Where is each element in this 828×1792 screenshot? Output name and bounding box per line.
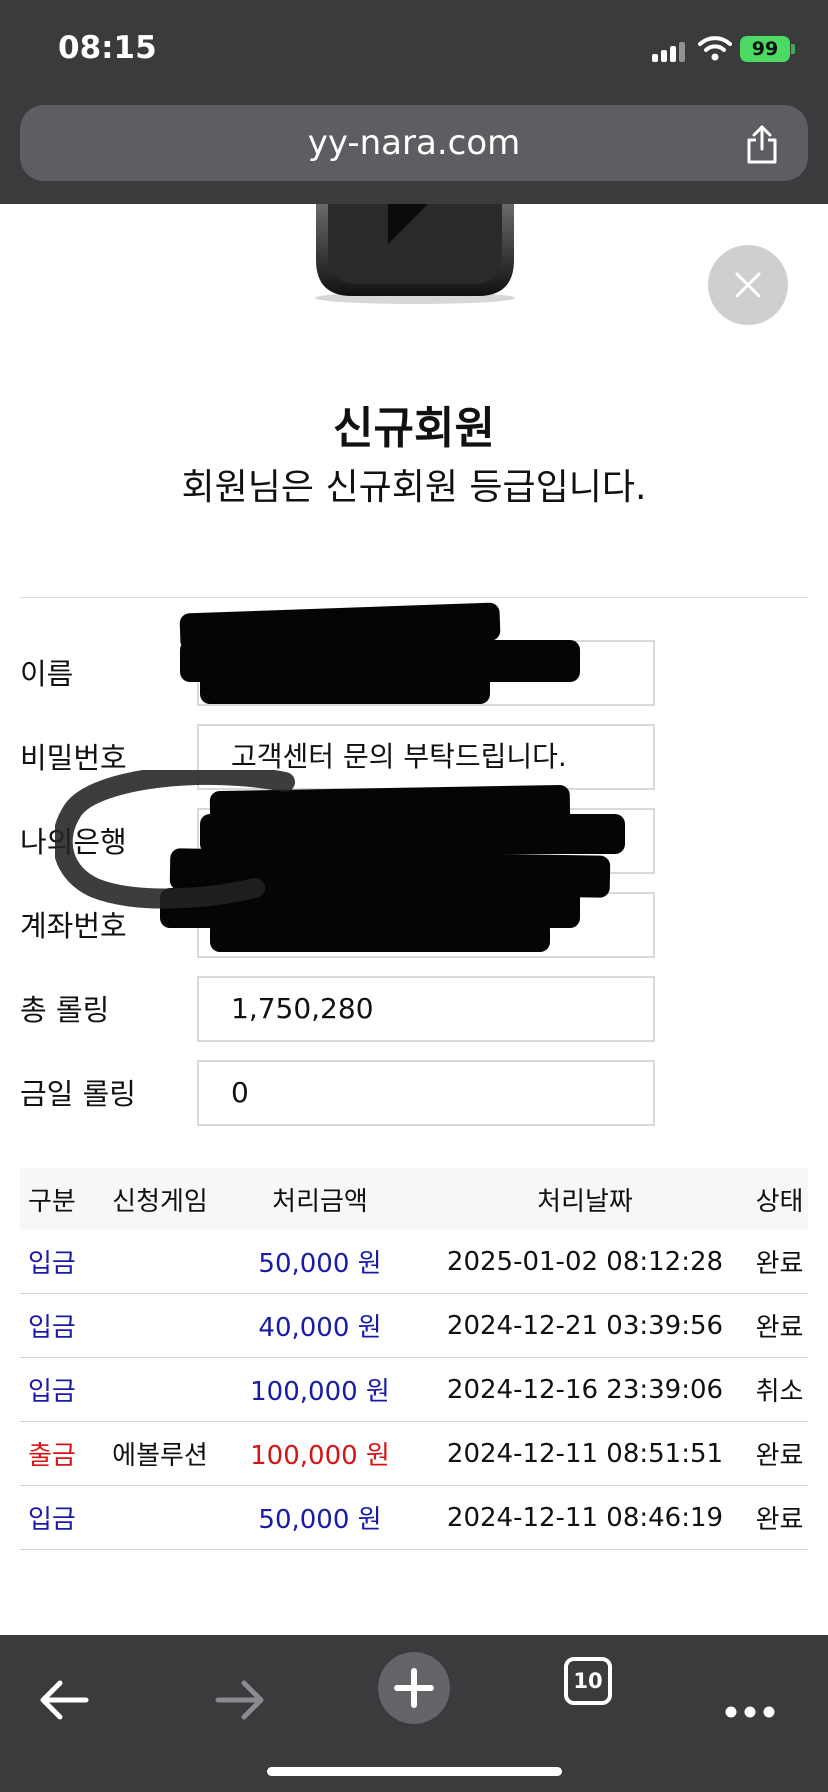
row-type: 출금: [28, 1441, 76, 1471]
url-text: yy-nara.com: [307, 123, 521, 163]
home-indicator: [267, 1767, 562, 1776]
today-rolling-label: 금일 롤링: [20, 1077, 136, 1111]
row-amount: 100,000 원: [250, 1377, 390, 1407]
row-amount: 40,000 원: [258, 1313, 382, 1343]
grade-description: 회원님은 신규회원 등급입니다.: [181, 467, 647, 508]
row-date: 2024-12-11 08:46:19: [446, 1502, 724, 1533]
tabs-icon[interactable]: 10: [564, 1657, 612, 1705]
row-amount: 50,000 원: [258, 1249, 382, 1279]
redaction-loop: [55, 770, 295, 909]
wifi-icon: [698, 36, 732, 61]
battery-tip: [791, 44, 795, 54]
row-date: 2024-12-11 08:51:51: [446, 1438, 724, 1469]
status-time: 08:15: [58, 30, 157, 66]
header-date: 처리날짜: [537, 1186, 633, 1217]
total-rolling-row: 총 롤링 1,750,280: [20, 976, 660, 1044]
row-status: 완료: [755, 1313, 804, 1343]
new-tab-icon[interactable]: [377, 1643, 451, 1733]
battery-indicator: 99: [740, 36, 790, 62]
row-amount: 100,000 원: [250, 1441, 390, 1471]
close-icon: [735, 272, 761, 298]
row-game: [100, 1358, 220, 1421]
table-row: 입금 50,000 원 2025-01-02 08:12:28 완료: [20, 1230, 808, 1294]
tab-count: 10: [573, 1669, 603, 1693]
row-amount: 50,000 원: [258, 1505, 382, 1535]
redaction-mark: [210, 920, 550, 952]
close-button[interactable]: [708, 245, 788, 325]
grade-title: 신규회원: [333, 403, 495, 454]
row-status: 완료: [755, 1249, 804, 1279]
transaction-table: 구분 신청게임 처리금액 처리날짜 상태 입금 50,000 원 2025-01…: [20, 1168, 808, 1550]
share-icon[interactable]: [744, 123, 780, 165]
row-status: 완료: [755, 1505, 804, 1535]
today-rolling-field[interactable]: 0: [197, 1060, 655, 1126]
row-type: 입금: [28, 1249, 76, 1279]
redaction-mark: [200, 670, 490, 704]
total-rolling-label: 총 롤링: [20, 993, 110, 1027]
today-rolling-row: 금일 롤링 0: [20, 1060, 660, 1128]
address-bar[interactable]: yy-nara.com: [20, 105, 808, 181]
header-amount: 처리금액: [272, 1186, 368, 1217]
row-date: 2024-12-21 03:39:56: [446, 1310, 724, 1341]
row-date: 2025-01-02 08:12:28: [446, 1246, 724, 1277]
row-game: 에볼루션: [112, 1441, 208, 1471]
row-status: 완료: [755, 1441, 804, 1471]
back-arrow-icon[interactable]: [36, 1655, 92, 1745]
row-game: [100, 1486, 220, 1549]
row-type: 입금: [28, 1505, 76, 1535]
table-row: 출금 에볼루션 100,000 원 2024-12-11 08:51:51 완료: [20, 1422, 808, 1486]
total-rolling-field[interactable]: 1,750,280: [197, 976, 655, 1042]
forward-arrow-icon[interactable]: [212, 1655, 268, 1745]
header-game: 신청게임: [112, 1186, 208, 1217]
table-row: 입금 100,000 원 2024-12-16 23:39:06 취소: [20, 1358, 808, 1422]
row-type: 입금: [28, 1377, 76, 1407]
table-row: 입금 40,000 원 2024-12-21 03:39:56 완료: [20, 1294, 808, 1358]
row-status: 취소: [755, 1377, 804, 1407]
table-row: 입금 50,000 원 2024-12-11 08:46:19 완료: [20, 1486, 808, 1550]
row-game: [100, 1294, 220, 1357]
divider: [20, 597, 808, 598]
name-label: 이름: [20, 657, 74, 691]
header-type: 구분: [28, 1186, 76, 1217]
row-type: 입금: [28, 1313, 76, 1343]
site-logo: [315, 204, 515, 304]
browser-top-bar: 08:15 99 yy-nara.com: [0, 0, 828, 204]
header-status: 상태: [755, 1186, 804, 1217]
more-icon[interactable]: [724, 1667, 776, 1757]
row-game: [100, 1230, 220, 1293]
signal-icon: [652, 40, 688, 62]
table-header: 구분 신청게임 처리금액 처리날짜 상태: [20, 1168, 808, 1230]
row-date: 2024-12-16 23:39:06: [446, 1374, 724, 1405]
